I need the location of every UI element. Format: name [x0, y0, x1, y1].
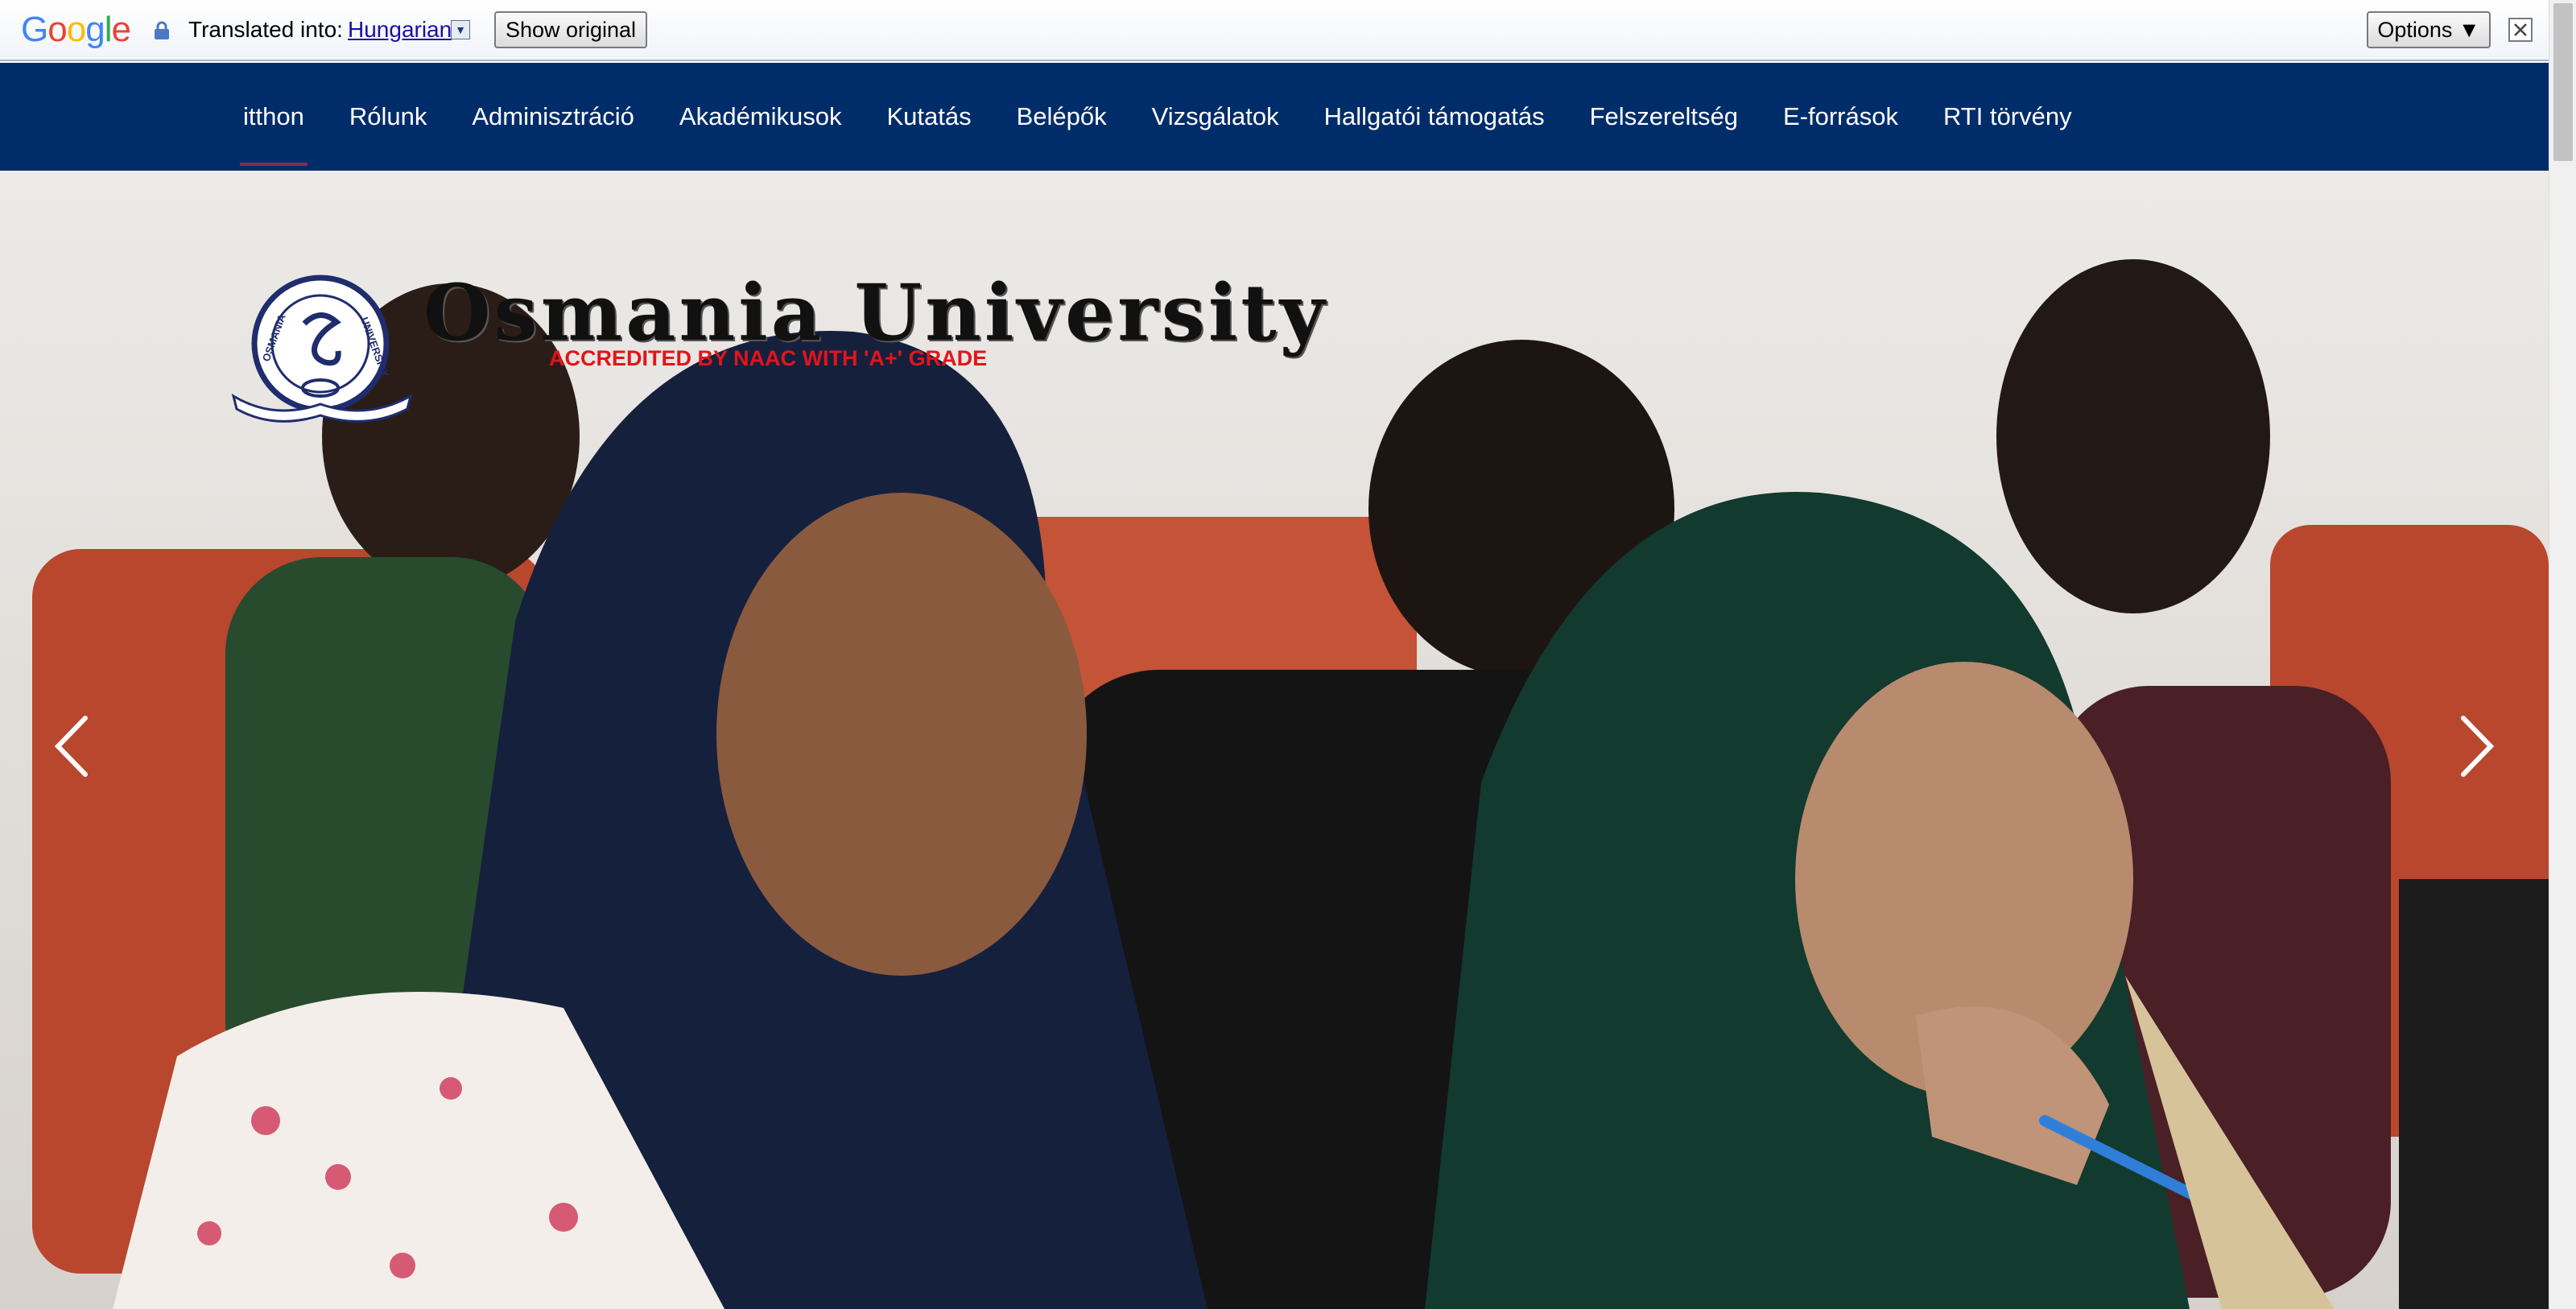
options-button[interactable]: Options ▼ [2367, 11, 2491, 48]
university-name: Osmania University [423, 267, 1328, 358]
nav-item-adminisztráció[interactable]: Adminisztráció [472, 63, 634, 171]
accreditation-text: ACCREDITED BY NAAC WITH 'A+' GRADE [549, 346, 988, 370]
lock-icon [155, 21, 169, 39]
chevron-right-icon[interactable] [2452, 710, 2500, 783]
page-scrollbar[interactable] [2549, 0, 2576, 1309]
nav-item-rólunk[interactable]: Rólunk [349, 63, 427, 171]
nav-item-itthon[interactable]: itthon [240, 63, 308, 171]
language-link[interactable]: Hungarian [348, 17, 452, 43]
language-dropdown-icon[interactable]: ▼ [451, 20, 470, 39]
main-nav: itthon Rólunk Adminisztráció Akadémikusok Ku… [0, 63, 2549, 171]
nav-item-felszereltség[interactable]: Felszereltség [1590, 63, 1738, 171]
nav-list: itthon Rólunk Adminisztráció Akadémikusok Ku… [240, 63, 2117, 171]
nav-item-belépők[interactable]: Belépők [1017, 63, 1107, 171]
scrollbar-thumb[interactable] [2553, 3, 2573, 161]
chevron-left-icon[interactable] [48, 710, 97, 783]
translated-into-label: Translated into: [188, 17, 343, 42]
nav-item-e-források[interactable]: E-források [1783, 63, 1898, 171]
nav-item-hallgatói-támogatás[interactable]: Hallgatói támogatás [1324, 63, 1545, 171]
nav-item-kutatás[interactable]: Kutatás [887, 63, 972, 171]
university-logo[interactable]: OSMANIA UNIVERSITY [225, 267, 419, 432]
show-original-button[interactable]: Show original [494, 11, 647, 48]
google-logo: Google [21, 10, 131, 49]
nav-item-rti-törvény[interactable]: RTI törvény [1943, 63, 2072, 171]
nav-item-akadémikusok[interactable]: Akadémikusok [679, 63, 842, 171]
nav-item-vizsgálatok[interactable]: Vizsgálatok [1152, 63, 1279, 171]
translate-bar: Google Translated into: Hungarian ▼ Show… [0, 0, 2549, 61]
close-icon[interactable] [2508, 18, 2533, 42]
university-seal-icon: OSMANIA UNIVERSITY [231, 275, 413, 423]
hero-carousel: OSMANIA UNIVERSITY Osmania University AC… [0, 171, 2549, 1309]
